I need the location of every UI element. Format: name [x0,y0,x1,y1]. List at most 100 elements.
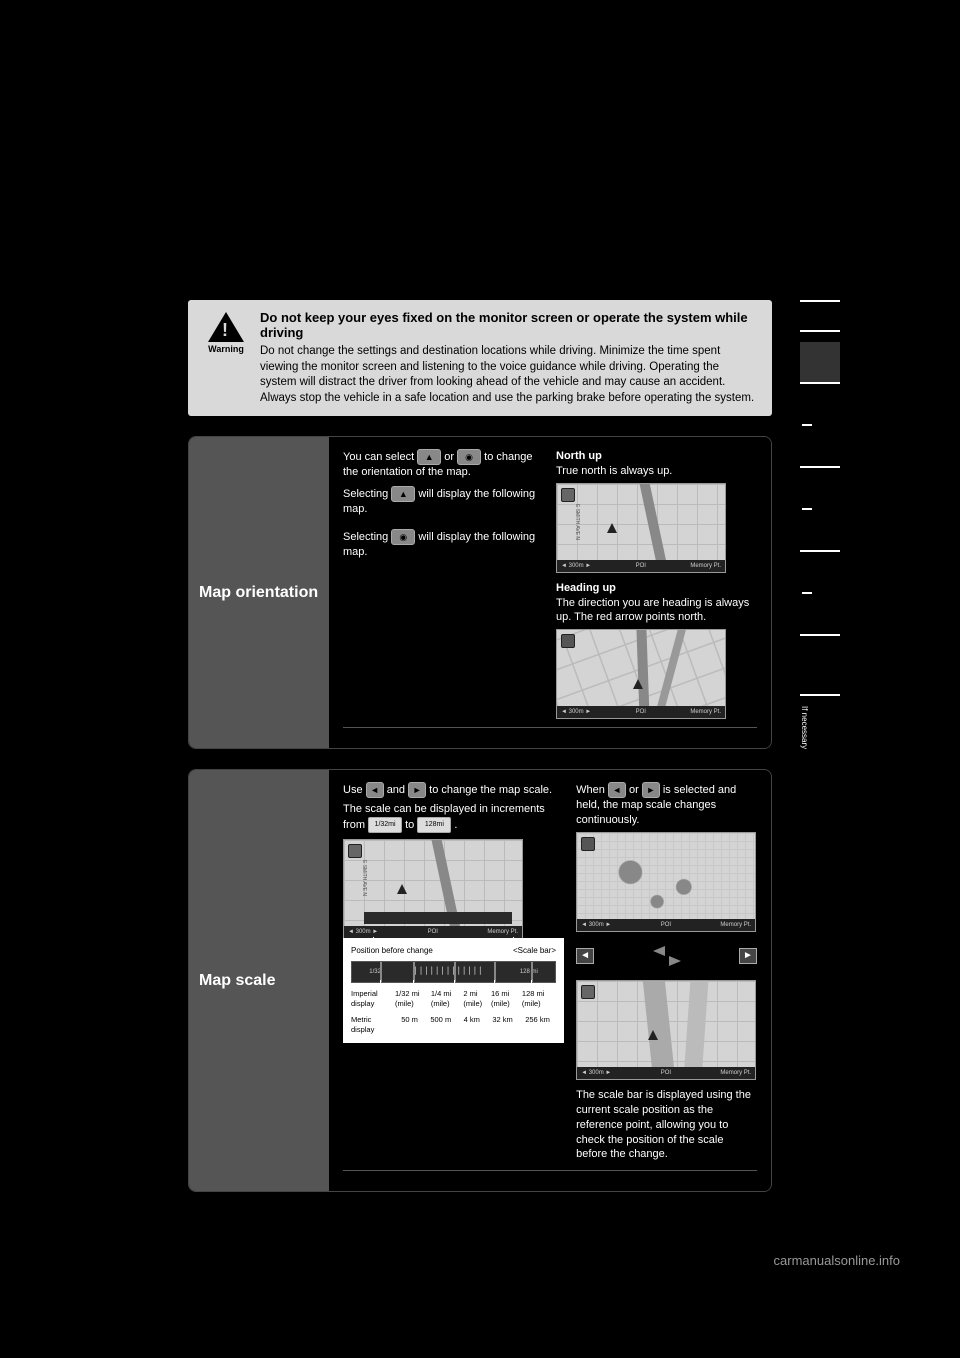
pos-before-label: Position before change [351,946,433,957]
map-bottom-mem-4: Memory Pt. [720,921,751,929]
north-up-icon-2[interactable]: ▲ [391,486,415,502]
hold-a: When [576,784,608,796]
vehicle-pointer-icon-4 [648,1030,658,1040]
street-label: E SMITH AVE N [573,504,580,540]
orient-intro-a: You can select [343,451,417,463]
scale-intro-c: to change the map scale. [429,784,552,796]
orient-intro-b: or [444,451,457,463]
scale-max-button[interactable]: 128mi [417,817,451,833]
map-bottom-poi-3: POI [428,928,438,936]
north-up-title: North up [556,449,757,464]
scale-bar-diagram: Position before change <Scale bar> 1/32 … [343,938,564,1043]
side-tab-5 [800,592,840,636]
scale-intro-a: Use [343,784,366,796]
warning-body: Do not change the settings and destinati… [260,344,758,406]
heading-up-badge-icon-2 [581,837,595,851]
metric-val-0: 50 m [401,1015,418,1035]
imperial-val-3: 16 mi (mile) [491,989,522,1009]
map-bottom-left-4: ◄ 300m ► [581,921,611,929]
north-up-icon[interactable]: ▲ [417,449,441,465]
metric-val-3: 32 km [492,1015,512,1035]
map-thumb-zoom-out: ◄ 300m ► POI Memory Pt. [576,832,756,932]
metric-val-4: 256 km [525,1015,550,1035]
heading-up-title: Heading up [556,581,757,596]
map-bottom-left-3: ◄ 300m ► [348,928,378,936]
north-up-badge-icon-3 [348,844,362,858]
orientation-right-col: North up True north is always up. E SMIT… [556,449,757,719]
map-thumb-zoom-in: ◄ 300m ► POI Memory Pt. [576,980,756,1080]
scale-right-col: When ◄ or ► is selected and held, the ma… [576,782,757,1162]
imperial-val-0: 1/32 mi (mile) [395,989,431,1009]
side-tabs: If necessary [800,300,840,796]
metric-val-2: 4 km [464,1015,480,1035]
map-bottom-left: ◄ 300m ► [561,562,591,570]
heading-up-badge-icon [561,634,575,648]
scale-bar-visual [364,912,512,924]
side-tab-3 [800,424,840,468]
strip-right: 128 mi [520,968,538,976]
imperial-label: Imperial display [351,989,395,1009]
warning-text: Do not keep your eyes fixed on the monit… [250,310,758,406]
metric-val-1: 500 m [430,1015,451,1035]
zoom-in-icon-2[interactable]: ► [642,782,660,798]
heading-up-icon[interactable]: ◉ [457,449,481,465]
map-thumb-scale-ref: E SMITH AVE N ◄ 300m ► POI Memory Pt. [343,839,523,939]
warning-box: Warning Do not keep your eyes fixed on t… [188,300,772,416]
zoom-in-button[interactable]: ► [739,948,757,964]
swap-arrow-icon [653,944,681,968]
footer-watermark: carmanualsonline.info [774,1253,900,1268]
warning-title: Do not keep your eyes fixed on the monit… [260,310,758,340]
zoom-out-icon-2[interactable]: ◄ [608,782,626,798]
vehicle-pointer-icon [607,523,617,533]
side-tab-2 [800,342,840,384]
zoom-out-button[interactable]: ◄ [576,948,594,964]
map-bottom-left-5: ◄ 300m ► [581,1069,611,1077]
zoom-out-icon[interactable]: ◄ [366,782,384,798]
zoom-arrows: ◄ ► [576,940,757,972]
map-bottom-left-2: ◄ 300m ► [561,708,591,716]
warning-label: Warning [202,344,250,354]
map-bottom-poi-4: POI [661,921,671,929]
scale-bar-strip: 1/32 ▏▏▏▏▏▏▏▏▏▏▏▏▏ 128 mi [351,961,556,983]
scale-intro-b: and [387,784,408,796]
side-tab-1 [800,300,840,332]
map-bottom-mem-5: Memory Pt. [720,1069,751,1077]
caption-prefix-2: Selecting [343,531,391,543]
map-bottom-poi: POI [636,562,646,570]
side-tab-4 [800,508,840,552]
imperial-val-4: 128 mi (mile) [522,989,556,1009]
map-thumb-heading-up: ◄ 300m ► POI Memory Pt. [556,629,726,719]
heading-up-desc: The direction you are heading is always … [556,596,757,626]
metric-label: Metric display [351,1015,395,1035]
vehicle-pointer-icon-3 [397,884,407,894]
map-thumb-north-up: E SMITH AVE N ◄ 300m ► POI Memory Pt. [556,483,726,573]
north-up-desc: True north is always up. [556,464,757,479]
heading-up-icon-2[interactable]: ◉ [391,529,415,545]
map-bottom-mem-3: Memory Pt. [487,928,518,936]
side-tab-7: If necessary [800,706,840,786]
map-bottom-mem-2: Memory Pt. [690,708,721,716]
scale-min-button[interactable]: 1/32mi [368,817,402,833]
map-bottom-mem: Memory Pt. [690,562,721,570]
north-up-badge-icon-4 [581,985,595,999]
imperial-val-1: 1/4 mi (mile) [431,989,464,1009]
hold-b: or [629,784,642,796]
side-tab-6 [800,646,840,696]
map-bottom-poi-2: POI [636,708,646,716]
scale-end: . [454,819,457,831]
section-body-orientation: You can select ▲ or ◉ to change the orie… [329,437,771,748]
zoom-in-icon[interactable]: ► [408,782,426,798]
scale-left-col: Use ◄ and ► to change the map scale. The… [343,782,564,1162]
section-map-scale: Map scale Use ◄ and ► to change the map … [188,769,772,1192]
scale-bar-label: <Scale bar> [513,946,556,957]
vehicle-pointer-icon-2 [633,679,643,689]
side-tab-label: If necessary [800,706,809,766]
north-up-badge-icon [561,488,575,502]
caption-prefix-1: Selecting [343,488,391,500]
section-label-scale: Map scale [189,770,329,1191]
street-label-2: E SMITH AVE N [360,860,367,896]
warning-icon [208,312,244,342]
strip-left: 1/32 [369,968,381,976]
section-map-orientation: Map orientation You can select ▲ or ◉ to… [188,436,772,749]
section-body-scale: Use ◄ and ► to change the map scale. The… [329,770,771,1191]
